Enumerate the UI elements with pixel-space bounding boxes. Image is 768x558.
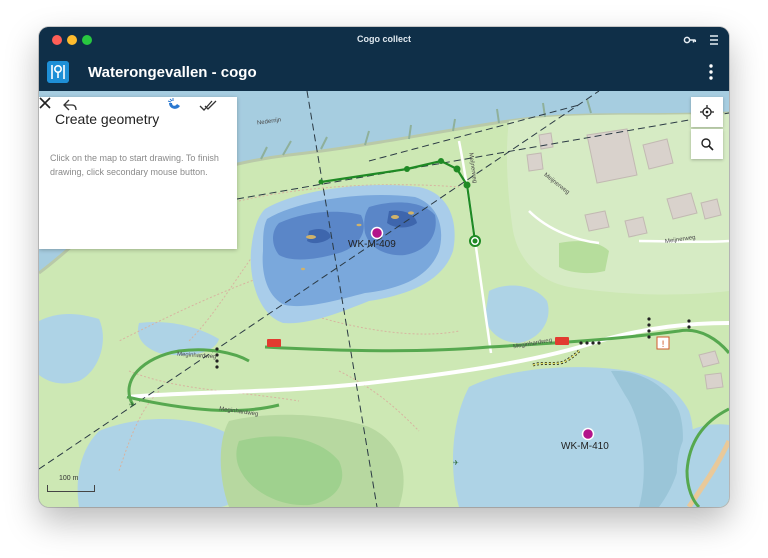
more-options-icon[interactable] [707,63,715,81]
key-icon[interactable] [683,33,697,47]
create-geometry-panel: Create geometry Click on the map to star… [39,97,237,249]
window-titlebar: Cogo collect [39,27,729,53]
point-label-wk-m-410: WK-M-410 [561,441,609,452]
app-logo-icon [47,61,69,83]
scale-label: 100 m [59,475,79,482]
point-wk-m-409[interactable] [370,226,384,240]
svg-text:✈: ✈ [129,402,135,409]
search-icon [701,138,714,151]
crosshair-icon [700,105,714,119]
map-view[interactable]: ! ✈ ✈ WK-M-409 WK-M-410 Meginhardweg Megi… [39,91,729,507]
svg-text:✈: ✈ [453,460,459,467]
app-window: Cogo collect Waterongevallen - cogo ! ✈ … [39,27,729,507]
point-wk-m-410[interactable] [581,427,595,441]
snap-magnet-icon[interactable] [165,97,183,113]
app-bar: Waterongevallen - cogo [39,53,729,91]
scale-bar [47,485,95,492]
hamburger-menu-icon[interactable] [709,33,719,47]
search-button[interactable] [691,129,723,159]
locate-button[interactable] [691,97,723,127]
window-title: Cogo collect [356,34,411,44]
point-label-wk-m-409: WK-M-409 [348,239,396,250]
finish-check-icon[interactable] [199,97,217,113]
warning-sign-icon: ! [661,340,665,350]
vehicle-marker-east[interactable] [555,337,569,345]
close-icon[interactable] [39,97,51,109]
panel-title: Create geometry [55,111,160,127]
vehicle-marker-west[interactable] [267,339,281,347]
panel-help-text: Click on the map to start drawing. To fi… [50,153,219,177]
drawing-active-vertex-dot [472,238,478,244]
undo-icon[interactable] [61,97,79,113]
app-title: Waterongevallen - cogo [88,64,257,81]
field-northeast [559,241,609,274]
